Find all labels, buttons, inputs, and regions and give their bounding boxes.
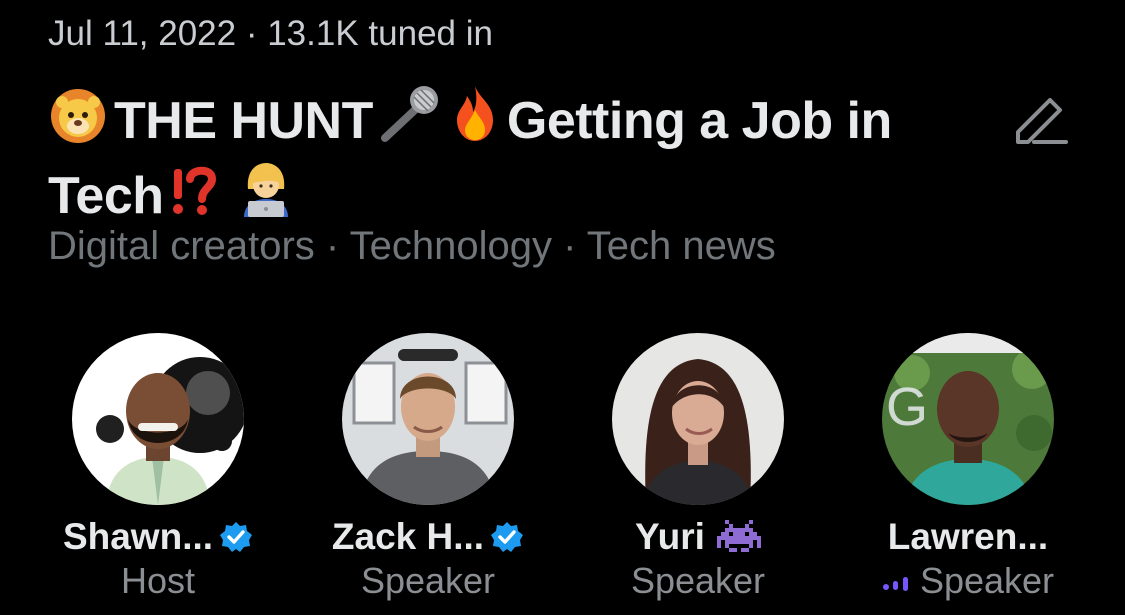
title-part-2: Getting a Job in (506, 92, 892, 150)
participant-role: Speaker (919, 560, 1055, 601)
topic-item[interactable]: Digital creators (48, 224, 315, 268)
avatar (612, 333, 784, 505)
verified-badge-icon (220, 522, 253, 552)
meta-separator: · (236, 14, 268, 53)
microphone-icon (377, 84, 443, 159)
participant-name: Lawren... (887, 516, 1049, 557)
listener-count: 13.1K tuned in (267, 14, 493, 53)
space-date: Jul 11, 2022 (48, 14, 237, 53)
topic-separator: · (314, 224, 350, 268)
participant-role-row: Speaker (838, 559, 1098, 603)
participant-name: Zack H... (331, 516, 485, 557)
lion-face-icon (48, 86, 108, 159)
space-meta: Jul 11, 2022 · 13.1K tuned in (48, 14, 493, 54)
pencil-icon (1016, 98, 1068, 144)
topic-item[interactable]: Technology (350, 224, 552, 268)
avatar (342, 333, 514, 505)
participant-name: Shawn... (62, 516, 214, 557)
participant-card[interactable]: Zack H... Speaker (298, 333, 558, 603)
participant-role: Speaker (630, 560, 766, 601)
space-topics: Digital creators · Technology · Tech new… (48, 224, 776, 269)
woman-technologist-icon (238, 159, 294, 234)
svg-text:G: G (886, 377, 928, 437)
participant-name: Yuri (635, 516, 705, 557)
speaking-indicator-icon (882, 577, 908, 591)
avatar (72, 333, 244, 505)
participant-name-row: Lawren... (838, 515, 1098, 559)
participant-name-row: Yuri (568, 515, 828, 559)
participant-name-row: Zack H... (298, 515, 558, 559)
title-part-3: Tech (48, 167, 164, 225)
fire-icon (449, 84, 501, 159)
title-part-1: THE HUNT (114, 92, 373, 150)
verified-badge-icon (491, 522, 524, 552)
edit-button[interactable] (1008, 86, 1074, 152)
participant-card[interactable]: Shawn... Host (28, 333, 288, 603)
participant-card[interactable]: Yuri Speaker (568, 333, 828, 603)
space-title: THE HUNT Getting a Job in Tech (48, 84, 968, 234)
participant-name-row: Shawn... (28, 515, 288, 559)
avatar: G (882, 333, 1054, 505)
topic-separator: · (551, 224, 587, 268)
participant-role: Speaker (360, 560, 496, 601)
alien-monster-icon (716, 520, 761, 552)
participant-card[interactable]: G Lawren... Speaker (838, 333, 1098, 603)
participant-role: Host (120, 560, 196, 601)
topic-item[interactable]: Tech news (587, 224, 776, 268)
participants-list: Shawn... Host Zack H... Speaker Yuri Spe… (0, 333, 1125, 615)
